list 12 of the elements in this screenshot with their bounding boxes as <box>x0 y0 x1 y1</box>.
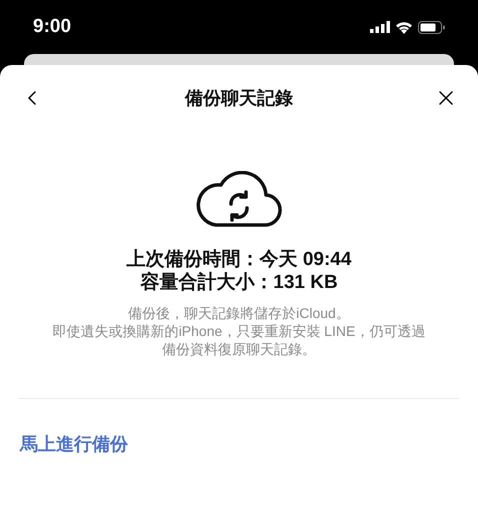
backup-now-link[interactable]: 馬上進行備份 <box>20 431 128 458</box>
last-backup-text: 上次備份時間：今天 09:44 <box>126 248 352 271</box>
description-text: 備份資料復原聊天記錄。 <box>162 340 316 358</box>
wifi-icon <box>395 20 413 34</box>
description-text: 備份後，聊天記錄將儲存於iCloud。 <box>128 304 350 322</box>
description-text: 即使遺失或換購新的iPhone，只要重新安裝 LINE，仍可透過 <box>52 322 426 340</box>
battery-icon <box>418 20 445 34</box>
status-time: 9:00 <box>33 14 72 39</box>
sheet-title: 備份聊天記錄 <box>185 86 293 110</box>
total-size-text: 容量合計大小：131 KB <box>140 271 338 294</box>
cloud-sync-icon <box>196 171 282 227</box>
signal-icon <box>370 21 390 33</box>
